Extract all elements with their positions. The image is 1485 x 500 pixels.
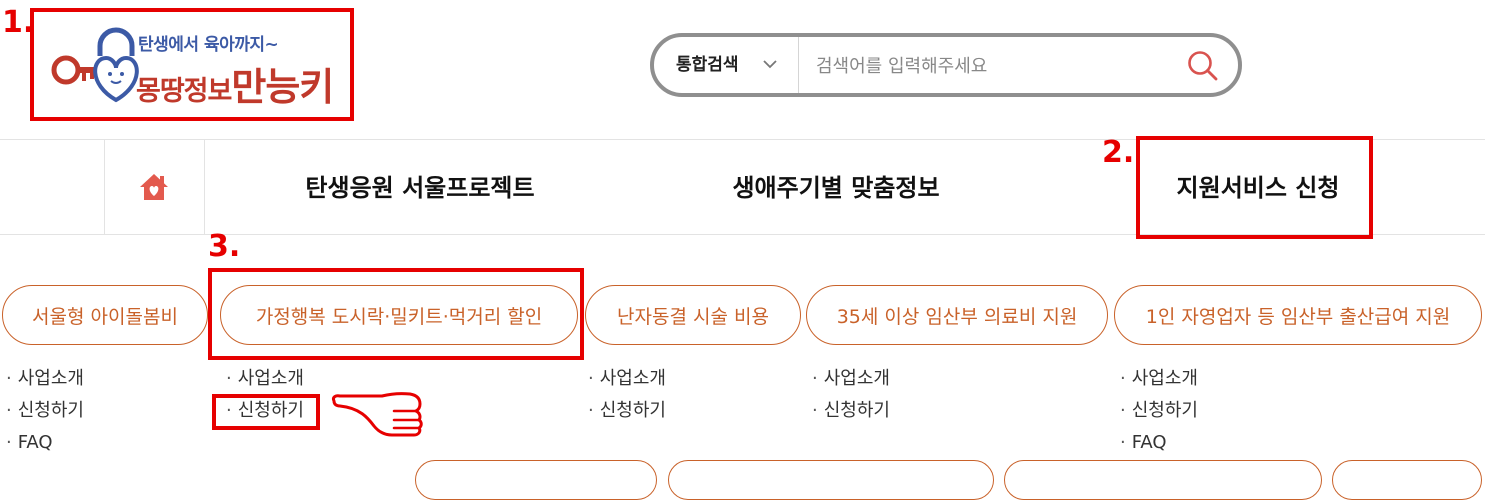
link-text: 신청하기	[599, 400, 666, 421]
annotation-number-3: 3.	[208, 229, 241, 264]
link-text: 신청하기	[1131, 400, 1198, 421]
annotation-box-meal-discount	[208, 268, 584, 360]
link-text: 사업소개	[599, 368, 666, 389]
service-pill-next-row[interactable]	[1004, 460, 1322, 500]
annotation-box-logo	[30, 8, 354, 121]
link-intro[interactable]: · 사업소개	[6, 368, 84, 390]
service-pill-egg-freezing[interactable]: 난자동결 시술 비용	[585, 285, 801, 345]
bullet: ·	[6, 432, 12, 453]
link-intro[interactable]: · 사업소개	[226, 368, 304, 390]
link-text: 사업소개	[237, 368, 304, 389]
nav-item-birth-project[interactable]: 탄생응원 서울프로젝트	[270, 166, 570, 210]
link-intro[interactable]: · 사업소개	[588, 368, 666, 390]
annotation-box-service-apply	[1136, 136, 1373, 239]
link-intro[interactable]: · 사업소개	[812, 368, 890, 390]
bullet: ·	[812, 400, 818, 421]
bullet: ·	[812, 368, 818, 389]
bullet: ·	[1120, 432, 1126, 453]
nav-divider	[104, 140, 105, 234]
pointing-hand-icon	[332, 392, 423, 437]
search-divider	[798, 37, 799, 93]
link-text: FAQ	[1131, 432, 1167, 453]
link-apply[interactable]: · 신청하기	[1120, 400, 1198, 422]
search-category-select[interactable]: 통합검색	[676, 37, 739, 93]
link-faq[interactable]: · FAQ	[1120, 432, 1167, 454]
link-text: 사업소개	[17, 368, 84, 389]
link-intro[interactable]: · 사업소개	[1120, 368, 1198, 390]
link-text: 신청하기	[823, 400, 890, 421]
search-bar: 통합검색	[650, 33, 1242, 97]
service-pill-next-row[interactable]	[1332, 460, 1482, 500]
bullet: ·	[6, 368, 12, 389]
service-pill-childcare[interactable]: 서울형 아이돌봄비	[2, 285, 208, 345]
bullet: ·	[6, 400, 12, 421]
link-apply[interactable]: · 신청하기	[588, 400, 666, 422]
service-pill-next-row[interactable]	[668, 460, 994, 500]
service-pill-maternity-benefit[interactable]: 1인 자영업자 등 임산부 출산급여 지원	[1114, 285, 1482, 345]
annotation-number-2: 2.	[1102, 135, 1135, 170]
bullet: ·	[226, 368, 232, 389]
home-icon[interactable]	[138, 172, 170, 202]
link-faq[interactable]: · FAQ	[6, 432, 53, 454]
link-text: FAQ	[17, 432, 53, 453]
search-input[interactable]	[814, 47, 1168, 85]
link-text: 사업소개	[823, 368, 890, 389]
bullet: ·	[1120, 368, 1126, 389]
link-text: 신청하기	[17, 400, 84, 421]
link-text: 사업소개	[1131, 368, 1198, 389]
search-icon[interactable]	[1186, 49, 1220, 83]
nav-item-lifecycle-info[interactable]: 생애주기별 맞춤정보	[686, 166, 986, 210]
link-apply[interactable]: · 신청하기	[6, 400, 84, 422]
bullet: ·	[1120, 400, 1126, 421]
service-pill-pregnant-medical[interactable]: 35세 이상 임산부 의료비 지원	[806, 285, 1108, 345]
bullet: ·	[588, 368, 594, 389]
annotation-box-apply-link	[212, 394, 320, 430]
link-apply[interactable]: · 신청하기	[812, 400, 890, 422]
chevron-down-icon[interactable]	[762, 56, 778, 72]
service-pill-next-row[interactable]	[415, 460, 657, 500]
bullet: ·	[588, 400, 594, 421]
nav-divider	[204, 140, 205, 234]
